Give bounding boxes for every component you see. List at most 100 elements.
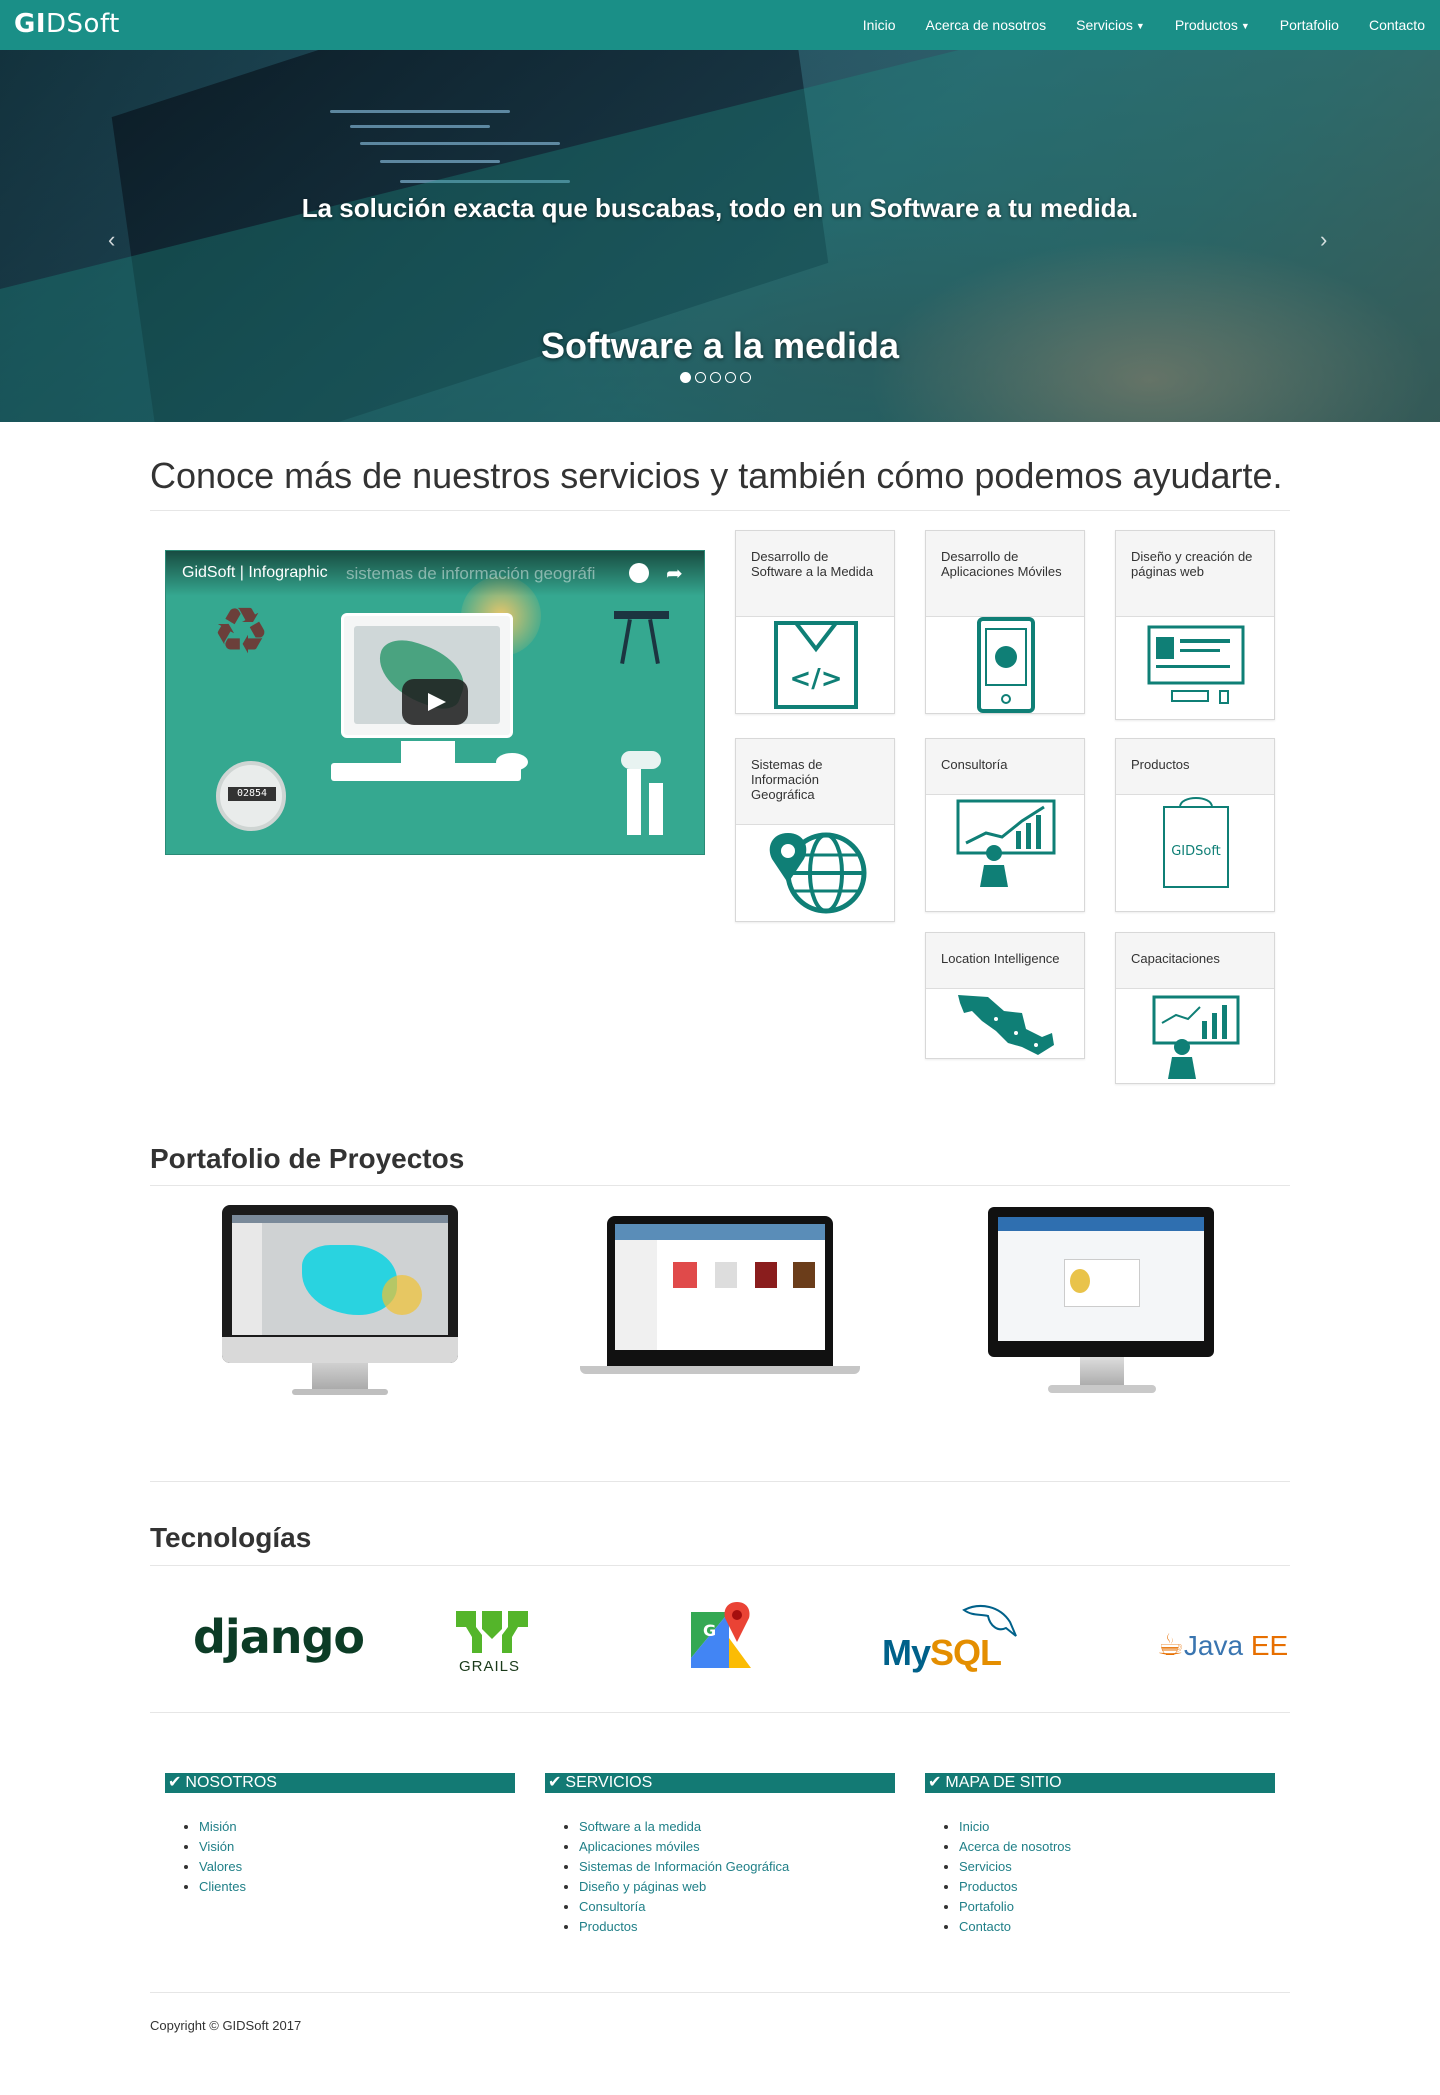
footer-column-nosotros: ✔NOSOTROS Misión Visión Valores Clientes [165,1773,515,1897]
bag-logo-text: GIDSoft [1171,844,1221,859]
share-icon[interactable]: ➦ [666,561,683,586]
code-line [360,142,560,145]
footer-link[interactable]: Clientes [199,1877,515,1897]
footer-link-list: Software a la medida Aplicaciones móvile… [545,1817,895,1937]
carousel-indicators [680,372,751,383]
carousel-dot[interactable] [725,372,736,383]
hero-carousel: La solución exacta que buscabas, todo en… [0,50,1440,422]
footer-link[interactable]: Misión [199,1817,515,1837]
card-label: Capacitaciones [1116,933,1274,989]
divider [150,1481,1290,1482]
footer-link[interactable]: Software a la medida [579,1817,895,1837]
footer-link-list: Misión Visión Valores Clientes [165,1817,515,1897]
carousel-dot[interactable] [740,372,751,383]
footer-link[interactable]: Inicio [959,1817,1275,1837]
footer-link[interactable]: Consultoría [579,1897,895,1917]
service-card-mobile[interactable]: Desarrollo de Aplicaciones Móviles [925,530,1085,714]
code-line [350,125,490,128]
java-text: Java [1183,1630,1251,1661]
nav-menu: Inicio Acerca de nosotros Servicios ▼ Pro… [848,0,1440,50]
footer-column-servicios: ✔SERVICIOS Software a la medida Aplicaci… [545,1773,895,1937]
globe-pin-icon [736,825,894,926]
watch-later-icon[interactable] [629,563,649,583]
footer-heading: ✔ NOSOTROS [165,1773,515,1793]
java-ee-logo[interactable]: ☕Java EE [1157,1628,1288,1663]
check-icon: ✔ [928,1774,942,1791]
card-label: Location Intelligence [926,933,1084,989]
check-icon: ✔ [548,1774,562,1791]
footer-link[interactable]: Productos [959,1877,1275,1897]
footer-heading-text: NOSOTROS [185,1774,277,1791]
carousel-dot[interactable] [710,372,721,383]
footer-link[interactable]: Contacto [959,1917,1275,1937]
web-page-icon [1116,617,1274,718]
mysql-text-my: My [882,1632,931,1673]
footer-column-mapa-sitio: ✔MAPA DE SITIO Inicio Acerca de nosotros… [925,1773,1275,1937]
footer-link[interactable]: Acerca de nosotros [959,1837,1275,1857]
card-label: Diseño y creación de páginas web [1116,531,1274,617]
nav-servicios-label: Servicios [1076,17,1133,33]
divider [150,1712,1290,1713]
google-maps-logo[interactable]: G [689,1602,753,1672]
grails-logo-text: GRAILS [459,1658,521,1675]
portfolio-item-monitor[interactable] [988,1207,1214,1401]
play-button[interactable] [402,679,468,725]
check-icon: ✔ [168,1774,182,1791]
nav-inicio[interactable]: Inicio [848,0,911,50]
video-player[interactable]: ♻ 02854 sistemas de información geográfi… [165,550,705,855]
footer-link[interactable]: Valores [199,1857,515,1877]
service-card-productos[interactable]: Productos GIDSoft [1115,738,1275,912]
divider [150,510,1290,511]
technologies-heading: Tecnologías [150,1522,312,1553]
service-card-gis[interactable]: Sistemas de Información Geográfica [735,738,895,922]
footer-heading: ✔ MAPA DE SITIO [925,1773,1275,1793]
footer-link[interactable]: Diseño y páginas web [579,1877,895,1897]
service-card-consultoria[interactable]: Consultoría [925,738,1085,912]
card-label: Desarrollo de Aplicaciones Móviles [926,531,1084,617]
service-card-software[interactable]: Desarrollo de Software a la Medida </> [735,530,895,714]
video-subtitle: sistemas de información geográfi [346,564,596,583]
card-label: Productos [1116,739,1274,795]
hero-slide-title: Software a la medida [540,325,900,366]
footer-link[interactable]: Servicios [959,1857,1275,1877]
portfolio-item-macbook[interactable] [580,1216,860,1381]
svg-text:</>: </> [789,664,842,694]
carousel-next-arrow[interactable]: › [1320,227,1327,253]
footer-heading: ✔ SERVICIOS [545,1773,895,1793]
django-logo[interactable]: django [193,1610,365,1664]
footer-link[interactable]: Portafolio [959,1897,1275,1917]
nav-servicios-dropdown[interactable]: Servicios ▼ [1061,0,1160,50]
brand-d-mark: D [46,9,67,39]
nav-acerca[interactable]: Acerca de nosotros [910,0,1061,50]
footer-link-list: Inicio Acerca de nosotros Servicios Prod… [925,1817,1275,1937]
project-screenshot [998,1217,1204,1341]
footer-link[interactable]: Productos [579,1917,895,1937]
footer-link[interactable]: Visión [199,1837,515,1857]
copyright-text: Copyright © GIDSoft 2017 [150,2018,302,2033]
service-card-web[interactable]: Diseño y creación de páginas web [1115,530,1275,720]
carousel-dot[interactable] [680,372,691,383]
video-title[interactable]: GidSoft | Infographic [182,564,328,582]
footer-heading-text: SERVICIOS [565,1774,653,1791]
services-heading: Conoce más de nuestros servicios y tambi… [150,455,1283,496]
svg-text:G: G [703,1621,716,1640]
divider [150,1185,1290,1186]
service-card-capacitaciones[interactable]: Capacitaciones [1115,932,1275,1084]
code-line [330,110,510,113]
factory-icon [621,751,676,836]
carousel-prev-arrow[interactable]: ‹ [108,227,115,253]
caret-down-icon: ▼ [1135,21,1145,32]
nav-contacto[interactable]: Contacto [1354,0,1440,50]
nav-productos-dropdown[interactable]: Productos ▼ [1160,0,1265,50]
footer-link[interactable]: Sistemas de Información Geográfica [579,1857,895,1877]
footer-link[interactable]: Aplicaciones móviles [579,1837,895,1857]
monitor-stand [401,741,455,765]
nav-portafolio[interactable]: Portafolio [1265,0,1354,50]
carousel-dot[interactable] [695,372,706,383]
portfolio-item-imac[interactable] [222,1205,458,1405]
card-label: Desarrollo de Software a la Medida [736,531,894,617]
coffee-cup-icon: ☕ [1157,1629,1184,1662]
brand-logo[interactable]: GIDSoft [14,9,120,39]
project-screenshot [615,1224,825,1350]
service-card-location-intelligence[interactable]: Location Intelligence [925,932,1085,1059]
